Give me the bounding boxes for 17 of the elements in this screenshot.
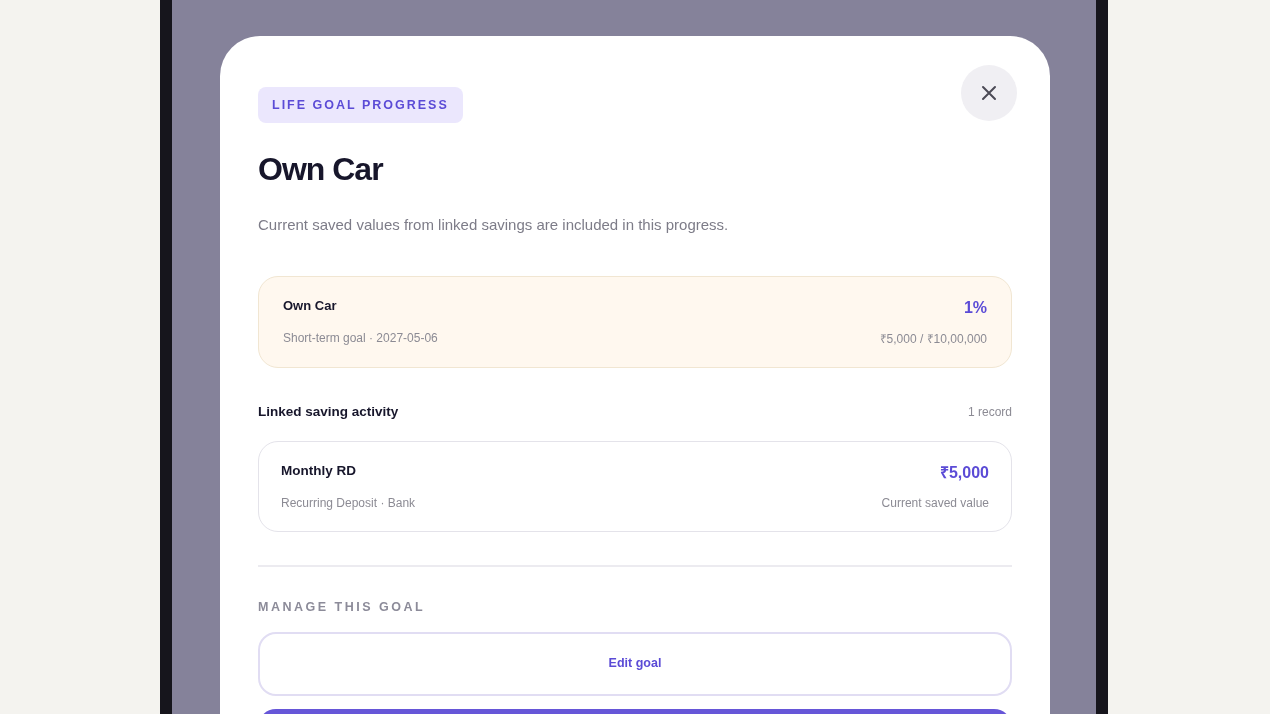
subtitle: Current saved values from linked savings are included in this progress. (258, 215, 730, 235)
section-title: Linked saving activity (258, 402, 399, 421)
record-amount: ₹5,000 (939, 462, 989, 483)
close-icon (981, 85, 997, 101)
record-meta: Recurring Deposit · Bank (281, 494, 416, 512)
close-button[interactable] (961, 65, 1017, 121)
goal-name: Own Car (283, 297, 338, 316)
manage-heading: MANAGE THIS GOAL (258, 598, 427, 616)
goal-percent: 1% (963, 297, 987, 318)
section-badge: LIFE GOAL PROGRESS (258, 87, 463, 123)
goal-meta: Short-term goal · 2027-05-06 (283, 329, 438, 347)
goal-title: Own Car (258, 150, 385, 188)
goal-amounts: ₹5,000 / ₹10,00,000 (879, 330, 987, 348)
record-count: 1 record (967, 403, 1012, 421)
record-name: Monthly RD (281, 461, 357, 480)
record-amount-label: Current saved value (881, 494, 989, 512)
edit-goal-button[interactable]: Edit goal (258, 631, 1012, 696)
